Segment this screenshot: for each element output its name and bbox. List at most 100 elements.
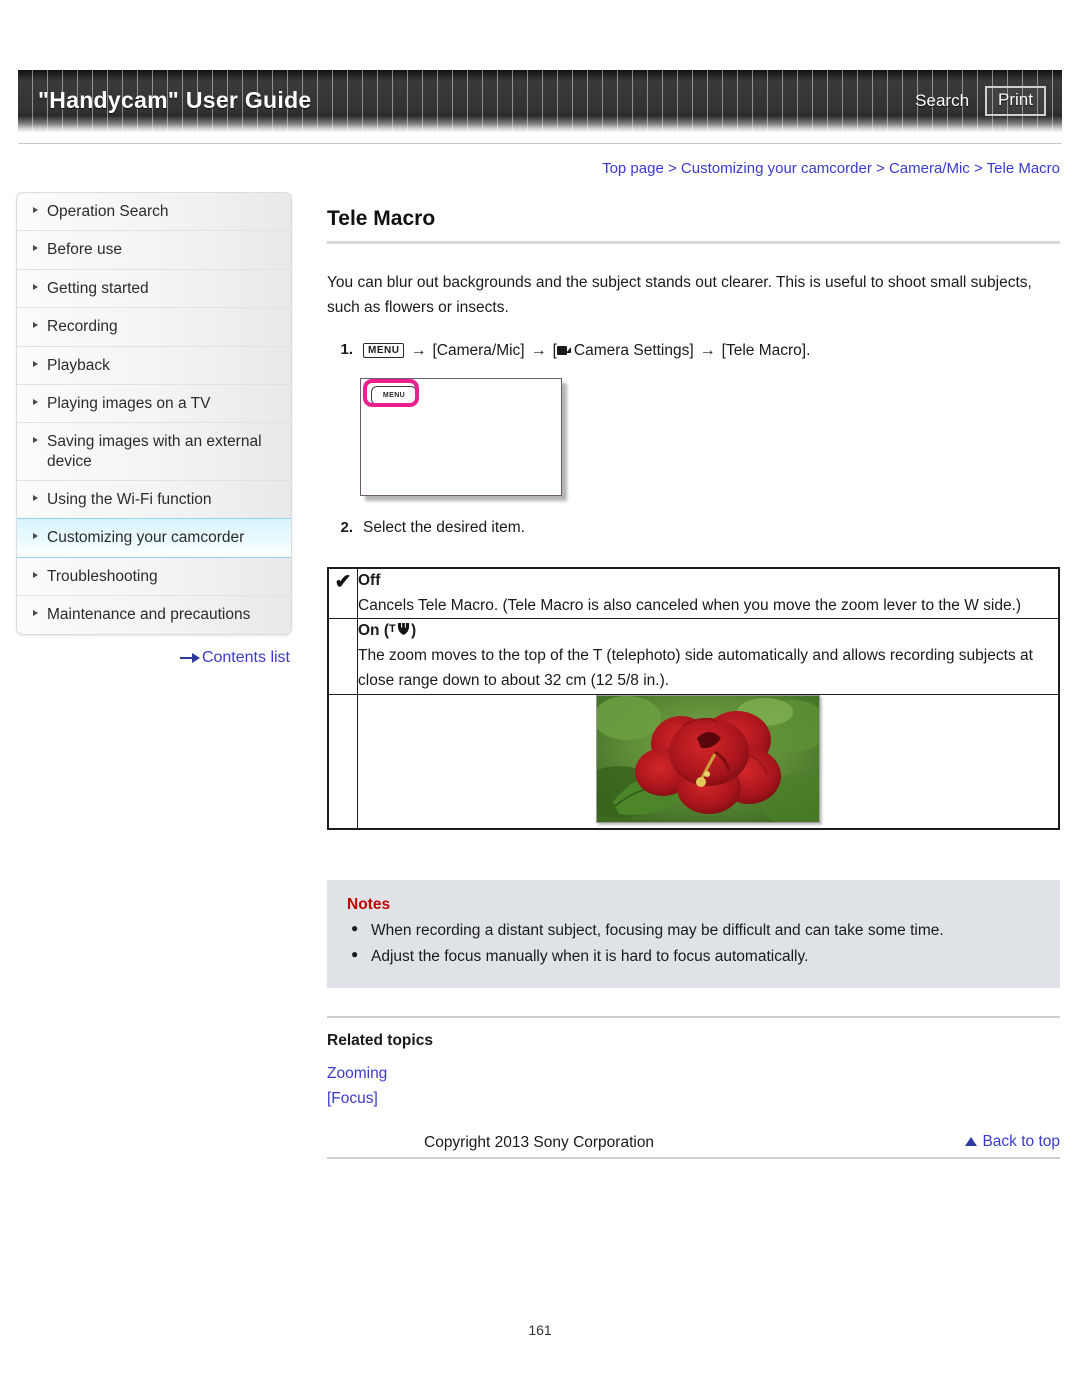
option-off-cell: Off Cancels Tele Macro. (Tele Macro is a… (357, 567, 1060, 620)
sidebar-item-troubleshooting[interactable]: Troubleshooting (17, 558, 291, 597)
contents-list-link[interactable]: Contents list (202, 649, 290, 667)
bullet-icon: ● (351, 920, 359, 935)
menu-button-chip: MENU (363, 343, 405, 359)
sidebar-item-playback[interactable]: Playback (17, 347, 291, 385)
header-divider (18, 143, 1062, 144)
hibiscus-sample-photo (596, 694, 820, 823)
selected-checkmark-placeholder (327, 618, 358, 695)
site-header: "Handycam" User Guide Search Print (18, 70, 1062, 132)
table-row-off[interactable]: ✔ Off Cancels Tele Macro. (Tele Macro is… (327, 567, 1060, 620)
print-button[interactable]: Print (985, 86, 1046, 116)
option-name: Off (358, 571, 381, 589)
back-to-top-link[interactable]: Back to top (982, 1133, 1060, 1151)
chevron-right-icon (33, 495, 38, 501)
sidebar-item-label: Saving images with an external device (47, 433, 262, 470)
page-number: 161 (528, 1322, 552, 1338)
related-link-zooming[interactable]: Zooming (327, 1062, 1060, 1086)
breadcrumb-separator: > (667, 160, 677, 177)
breadcrumb-item-top-page[interactable]: Top page (602, 160, 664, 177)
sidebar-item-maintenance-and-precautions[interactable]: Maintenance and precautions (17, 596, 291, 633)
step-number: 2. (340, 519, 353, 537)
tulip-glyph-icon (397, 623, 410, 636)
search-link[interactable]: Search (915, 91, 969, 111)
hibiscus-photo-graphic (597, 695, 819, 822)
option-description: The zoom moves to the top of the T (tele… (358, 647, 1033, 689)
option-name-row: On ( T ) (358, 619, 1058, 644)
header-actions: Search Print (915, 86, 1046, 116)
sidebar-item-label: Customizing your camcorder (47, 529, 245, 547)
step-body: MENU → [Camera/Mic] →[Camera Settings] → [Tel… (363, 338, 1060, 364)
sidebar-item-label: Operation Search (47, 203, 169, 220)
chevron-right-icon (33, 398, 38, 405)
highlight-box (363, 379, 419, 408)
empty-check-cell (327, 693, 358, 830)
option-name: On (358, 622, 380, 640)
table-row-on[interactable]: On ( T ) The zoom moves to the top of th… (327, 618, 1060, 695)
related-link-focus[interactable]: [Focus] (327, 1087, 1060, 1111)
chevron-right-icon (33, 360, 38, 367)
arrow-right-glyph: → (530, 342, 547, 360)
sidebar-nav-list: Operation Search Before use Getting star… (16, 192, 292, 635)
breadcrumb-item-tele-macro[interactable]: Tele Macro (987, 160, 1060, 177)
arrow-right-icon (179, 652, 200, 663)
sidebar-item-label: Maintenance and precautions (47, 606, 251, 624)
step-body: Select the desired item. (363, 519, 525, 537)
sidebar: Operation Search Before use Getting star… (16, 192, 292, 667)
sidebar-item-label: Before use (47, 241, 122, 259)
camera-settings-icon (556, 345, 572, 356)
chevron-right-icon (33, 322, 38, 329)
page-title: Tele Macro (327, 207, 436, 230)
sidebar-item-getting-started[interactable]: Getting started (17, 270, 291, 309)
note-text: Adjust the focus manually when it is har… (371, 948, 809, 966)
sidebar-item-label: Troubleshooting (47, 567, 158, 585)
breadcrumb-item-camera-mic[interactable]: Camera/Mic (889, 160, 970, 177)
chevron-right-icon (33, 437, 38, 444)
step1-camera-settings: Camera Settings] (573, 342, 694, 360)
option-description: Cancels Tele Macro. (Tele Macro is also … (358, 596, 1022, 614)
related-topics-title: Related topics (327, 1032, 433, 1050)
tele-macro-icon: T (389, 622, 411, 637)
related-divider (327, 1016, 1060, 1019)
sidebar-item-operation-search[interactable]: Operation Search (17, 193, 291, 232)
breadcrumb-item-customizing[interactable]: Customizing your camcorder (681, 160, 872, 177)
step1-camera-mic: [Camera/Mic] (432, 342, 525, 360)
contents-list-row[interactable]: Contents list (16, 649, 292, 667)
breadcrumb-separator: > (973, 160, 983, 177)
chevron-right-icon (33, 245, 38, 252)
options-table: ✔ Off Cancels Tele Macro. (Tele Macro is… (327, 566, 1060, 830)
sidebar-item-playing-images-on-a-tv[interactable]: Playing images on a TV (17, 385, 291, 424)
copyright-text: Copyright 2013 Sony Corporation (424, 1134, 655, 1151)
chevron-right-icon (33, 207, 38, 213)
sidebar-item-label: Using the Wi-Fi function (47, 491, 212, 508)
sidebar-item-label: Recording (47, 318, 118, 336)
step1-tele-macro: [Tele Macro]. (721, 342, 811, 360)
sidebar-item-saving-images-external-device[interactable]: Saving images with an external device (17, 423, 291, 481)
sidebar-item-customizing-your-camcorder[interactable]: Customizing your camcorder (17, 518, 291, 558)
step-2: 2. Select the desired item. (327, 516, 1060, 541)
notes-box: Notes ● When recording a distant subject… (327, 879, 1060, 989)
sidebar-item-label: Getting started (47, 279, 149, 297)
breadcrumb-separator: > (876, 160, 885, 177)
arrow-right-glyph: → (410, 342, 427, 360)
option-suffix-close: ) (411, 622, 417, 640)
chevron-right-icon (33, 283, 38, 290)
main-content: Top page > Customizing your camcorder > … (327, 160, 1060, 1159)
intro-paragraph: You can blur out backgrounds and the sub… (327, 274, 1032, 317)
sidebar-item-before-use[interactable]: Before use (17, 231, 291, 270)
chevron-right-icon (33, 610, 38, 617)
option-on-cell: On ( T ) The zoom moves to the top of th… (357, 618, 1060, 695)
breadcrumb: Top page > Customizing your camcorder > … (327, 160, 1060, 177)
bullet-icon: ● (351, 947, 359, 962)
sidebar-item-using-wifi-function[interactable]: Using the Wi-Fi function (17, 481, 291, 520)
step-number: 1. (340, 341, 353, 359)
arrow-right-glyph: → (699, 342, 716, 360)
selected-checkmark-icon: ✔ (327, 567, 358, 620)
title-divider (327, 241, 1060, 244)
sidebar-item-recording[interactable]: Recording (17, 308, 291, 347)
sidebar-item-label: Playback (47, 356, 110, 374)
site-title: "Handycam" User Guide (38, 87, 312, 113)
note-text: When recording a distant subject, focusi… (371, 921, 944, 939)
sidebar-item-label: Playing images on a TV (47, 394, 211, 412)
note-item: ● When recording a distant subject, focu… (347, 918, 1040, 944)
step-1: 1. MENU → [Camera/Mic] →[Camera Settings] →[… (327, 338, 1060, 364)
